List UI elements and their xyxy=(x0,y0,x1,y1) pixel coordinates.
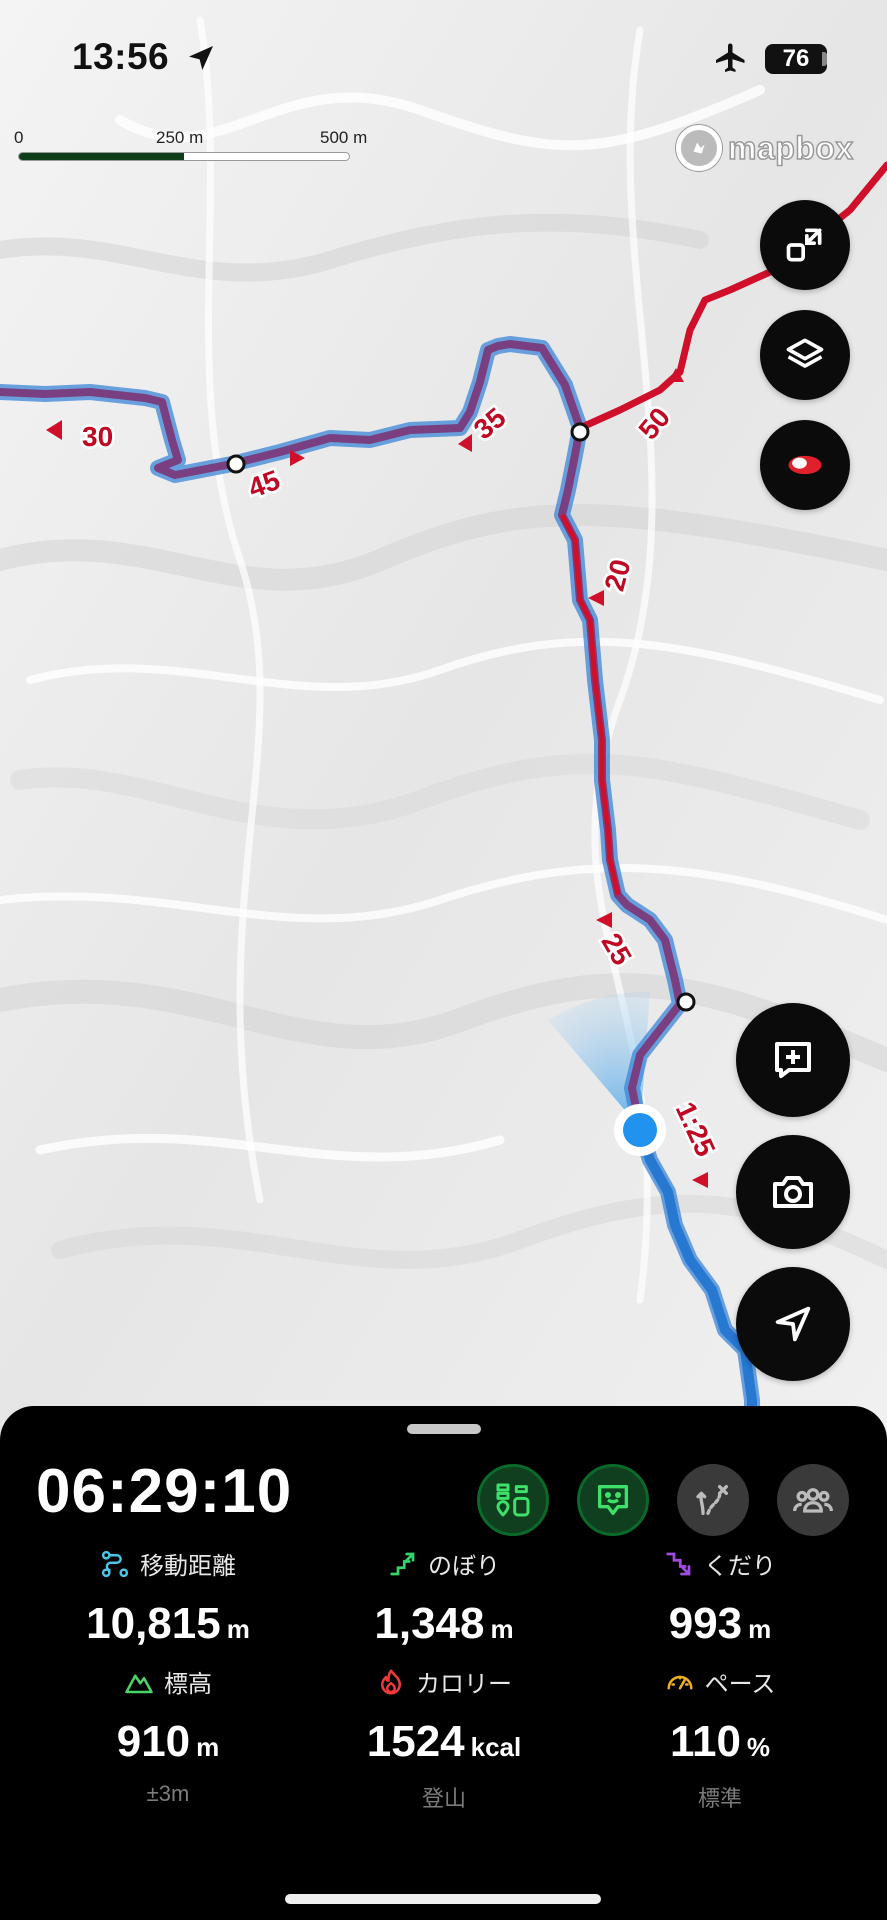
stat-unit: m xyxy=(226,1614,250,1644)
stat-ascent: のぼり 1,348 m xyxy=(296,1546,592,1649)
stat-value: 910 xyxy=(116,1717,191,1766)
status-time: 13:56 xyxy=(72,36,170,77)
stat-sub: 登山 xyxy=(421,1786,466,1811)
layers-icon xyxy=(786,338,824,368)
waypoint[interactable] xyxy=(226,454,246,474)
camera-icon xyxy=(773,1176,813,1208)
overlay-toggle-button[interactable] xyxy=(760,420,850,510)
signpost-map-icon xyxy=(496,1483,530,1517)
stat-value: 993 xyxy=(668,1599,743,1648)
stat-value: 1,348 xyxy=(374,1599,485,1648)
layers-button[interactable] xyxy=(760,310,850,400)
waypoint[interactable] xyxy=(570,422,590,442)
airplane-icon xyxy=(716,43,745,72)
map-offline-button[interactable] xyxy=(477,1464,549,1536)
speedometer-icon xyxy=(667,1675,693,1689)
battery-nub xyxy=(822,52,827,66)
stat-unit: m xyxy=(490,1614,514,1644)
battery-indicator: 76 xyxy=(765,44,827,74)
waypoint-label: 30 xyxy=(82,421,113,452)
stat-label: のぼり xyxy=(428,1553,500,1580)
route-distance-icon xyxy=(101,1550,129,1577)
location-arrow-icon xyxy=(189,46,213,70)
stat-unit: % xyxy=(746,1732,771,1762)
route-split-icon xyxy=(696,1485,728,1515)
navigation-arrow-icon xyxy=(775,1306,811,1342)
group-button[interactable] xyxy=(777,1464,849,1536)
shrink-icon xyxy=(786,228,822,262)
route-off-button[interactable] xyxy=(677,1464,749,1536)
home-indicator[interactable] xyxy=(285,1894,601,1904)
status-face-button[interactable] xyxy=(577,1464,649,1536)
scale-bar-fill xyxy=(19,153,184,160)
stat-label: カロリー xyxy=(416,1671,512,1698)
stat-label: 標高 xyxy=(164,1671,212,1698)
stat-unit: m xyxy=(748,1614,772,1644)
stat-label: くだり xyxy=(704,1553,776,1580)
stat-label: 移動距離 xyxy=(140,1553,236,1580)
stat-sub: 標準 xyxy=(697,1786,742,1811)
stat-value: 110 xyxy=(669,1717,741,1766)
stat-altitude: 標高 910 m ±3m xyxy=(20,1664,316,1807)
locate-button[interactable] xyxy=(736,1267,850,1381)
scale-label-start: 0 xyxy=(14,128,24,147)
activity-panel[interactable]: 06:29:10 移動距離 10,815 m のぼり 1,348 m くだり 993… xyxy=(0,1406,887,1920)
add-note-button[interactable] xyxy=(736,1003,850,1117)
mapbox-icon xyxy=(676,125,722,171)
ascent-icon xyxy=(390,1552,415,1575)
stat-calories: カロリー 1524 kcal 登山 xyxy=(296,1664,592,1813)
current-location-dot[interactable] xyxy=(623,1113,657,1147)
camera-button[interactable] xyxy=(736,1135,850,1249)
scale-label-end: 500 m xyxy=(320,128,368,147)
elapsed-time: 06:29:10 xyxy=(36,1457,293,1526)
route-toggle-icon xyxy=(788,455,822,475)
mapbox-wordmark: mapbox xyxy=(727,129,854,167)
stat-unit: kcal xyxy=(470,1732,522,1762)
stat-value: 1524 xyxy=(366,1717,465,1766)
stat-pace: ペース 110% 標準 xyxy=(572,1664,868,1813)
flame-icon xyxy=(381,1669,401,1694)
waypoint[interactable] xyxy=(676,992,696,1012)
scale-bar xyxy=(18,152,350,161)
mountain-icon xyxy=(125,1674,153,1693)
stat-distance: 移動距離 10,815 m xyxy=(20,1546,316,1649)
add-comment-icon xyxy=(775,1042,811,1078)
stat-unit: m xyxy=(196,1732,220,1762)
mapbox-logo[interactable]: mapbox xyxy=(676,124,854,172)
drag-handle[interactable] xyxy=(407,1424,481,1434)
fullscreen-toggle-button[interactable] xyxy=(760,200,850,290)
group-icon xyxy=(793,1488,833,1513)
stat-value: 10,815 xyxy=(86,1599,221,1648)
stat-sub: ±3m xyxy=(146,1781,190,1806)
descent-icon xyxy=(666,1552,691,1575)
stat-label: ペース xyxy=(704,1671,776,1698)
scale-label-mid: 250 m xyxy=(156,128,204,147)
smile-badge-icon xyxy=(598,1485,628,1515)
stat-descent: くだり 993 m xyxy=(572,1546,868,1649)
